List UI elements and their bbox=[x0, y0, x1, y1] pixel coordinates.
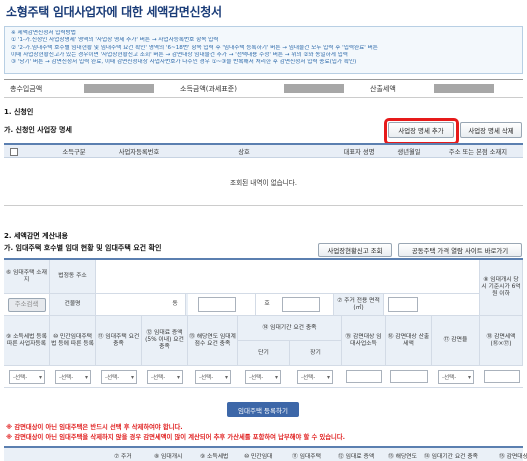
housing-price-site-button[interactable]: 공동주택 가격 열람 사이트 바로가기 bbox=[398, 243, 522, 257]
warning-text: ※ 감면대상이 아닌 임대주택을 삭제하지 않을 경우 감면세액이 많이 계산되… bbox=[6, 434, 346, 441]
warning-text: ※ 감면대상이 아닌 임대주택은 반드시 선택 후 삭제하여야 합니다. bbox=[6, 424, 183, 431]
reduction-amount-header: ⑱ 감면세액 (⑯×⑰) bbox=[480, 316, 523, 366]
address-search-cell: 주소검색 bbox=[4, 294, 50, 316]
rental-housing-grid: ⑥ 임대주택 소재지 법정동 주소 ⑧ 임대개시 당시 기준시가 6억원 이하 … bbox=[4, 258, 523, 398]
col-housing-requirement: ⑪ 임대주택 bbox=[292, 454, 321, 460]
select-all-checkbox[interactable] bbox=[10, 148, 18, 156]
select-private-registration[interactable]: -선택- bbox=[55, 370, 91, 384]
col-income-type: 소득구분 bbox=[62, 148, 86, 156]
col-reduction-income: ⑮ 감면대상 bbox=[499, 454, 527, 460]
tax-registration-header: ⑨ 소득세법 등록 따른 사업자등록 bbox=[4, 316, 50, 366]
business-status-lookup-button[interactable]: 사업장현황신고 조회 bbox=[318, 243, 392, 257]
income-amount-label: 소득금액(과세표준) bbox=[180, 84, 237, 93]
ho-cell bbox=[278, 294, 334, 316]
col-tax-registration: ⑨ 소득세법 bbox=[200, 454, 229, 460]
reduction-income-header: ⑮ 감면대상 임대사업소득 bbox=[342, 316, 386, 366]
guide-line: ① '1-가.신청인 사업장명세' 영역의 '사업장 명세 추가' 버튼 → 사… bbox=[11, 37, 219, 44]
reduction-tax-input[interactable] bbox=[390, 370, 428, 383]
highlight-box bbox=[384, 118, 459, 145]
ho-input[interactable] bbox=[282, 297, 320, 312]
area-cell bbox=[384, 294, 480, 316]
select-period-short[interactable]: -선택- bbox=[245, 370, 281, 384]
input-guide: ※ 세액감면신청서 입력방법 ① '1-가.신청인 사업장명세' 영역의 '사업… bbox=[4, 26, 523, 74]
section2-heading: 2. 세액감면 계산내용 bbox=[4, 232, 68, 240]
section2-subheading: 가. 임대주택 호수별 임대 현황 및 임대주택 요건 확인 bbox=[4, 244, 162, 252]
section1-subheading: 가. 신청인 사업장 명세 bbox=[4, 126, 72, 134]
register-rental-button[interactable]: 임대주택 등록하기 bbox=[227, 402, 299, 417]
select-rental-count[interactable]: -선택- bbox=[195, 370, 231, 384]
col-business-no: 사업자등록번호 bbox=[118, 148, 160, 156]
total-income-label: 총수입금액 bbox=[10, 84, 43, 93]
tax-label: 산출세액 bbox=[370, 84, 396, 93]
dong-label: 동 bbox=[164, 294, 186, 316]
col-rent-increase: ⑫ 임대료 증액 bbox=[338, 454, 375, 460]
registered-list-header: ⑦ 주거 ⑧ 임대개시 ⑨ 소득세법 ⑩ 민간임대 ⑪ 임대주택 ⑫ 임대료 증… bbox=[4, 446, 527, 461]
redacted-value bbox=[434, 84, 494, 93]
select-reduction-rate[interactable]: -선택- bbox=[438, 370, 474, 384]
area-header: ⑦ 주거 전용 면적 (㎡) bbox=[334, 294, 384, 316]
dong-cell bbox=[186, 294, 256, 316]
select-tax-registration[interactable]: -선택- bbox=[9, 370, 45, 384]
reduction-tax-header: ⑯ 감면대상 산출세액 bbox=[386, 316, 432, 366]
redacted-value bbox=[84, 84, 154, 93]
reduction-amount-input[interactable] bbox=[484, 370, 520, 383]
address-search-button[interactable]: 주소검색 bbox=[7, 297, 46, 312]
col-representative: 대표자 성명 bbox=[343, 148, 375, 156]
area-input[interactable] bbox=[388, 297, 418, 312]
housing-location-header: ⑥ 임대주택 소재지 bbox=[4, 260, 50, 294]
delete-business-button[interactable]: 사업장 명세 삭제 bbox=[460, 122, 522, 138]
guide-line: ② '2-가.임대주택 호수별 임대현황 및 임대주택 요건 확인' 영역의 '… bbox=[11, 44, 378, 51]
col-rental-count: ⑬ 해당연도 bbox=[388, 454, 417, 460]
page-title: 소형주택 임대사업자에 대한 세액감면신청서 bbox=[6, 5, 222, 19]
business-table-header: 소득구분 사업자등록번호 상호 대표자 성명 생년월일 주소 또는 본점 소재지 bbox=[4, 143, 523, 158]
building-name-header: 건물명 bbox=[50, 294, 96, 316]
col-area: ⑦ 주거 bbox=[114, 454, 132, 460]
guide-line: ※ 세액감면신청서 입력방법 bbox=[11, 30, 76, 36]
summary-bar: 총수입금액 소득금액(과세표준) 산출세액 bbox=[4, 79, 523, 98]
col-address: 주소 또는 본점 소재지 bbox=[448, 148, 508, 156]
col-birthdate: 생년월일 bbox=[397, 148, 421, 156]
rent-increase-header: ⑫ 임대료 증액 (5% 이내) 요건 충족 bbox=[142, 316, 188, 366]
period-short-header: 단기 bbox=[238, 341, 290, 366]
base-price-header: ⑧ 임대개시 당시 기준시가 6억원 이하 bbox=[480, 260, 523, 316]
guide-line: ③ '당기' 버튼 → 감면신청서 입력 완료, 이때 감면신청대상 사업자번호… bbox=[11, 59, 357, 66]
housing-requirement-header: ⑪ 임대주택 요건 충족 bbox=[96, 316, 142, 366]
section1-heading: 1. 신청인 bbox=[4, 108, 34, 116]
select-housing-requirement[interactable]: -선택- bbox=[101, 370, 137, 384]
period-long-header: 장기 bbox=[290, 341, 342, 366]
col-private-rental: ⑩ 민간임대 bbox=[244, 454, 273, 460]
redacted-value bbox=[284, 84, 344, 93]
address-display bbox=[96, 260, 480, 294]
reduction-rate-header: ⑰ 감면율 bbox=[432, 316, 480, 366]
select-rent-increase[interactable]: -선택- bbox=[147, 370, 183, 384]
guide-line: 이때 사업장현황신고가 있는 경우이면 '사업장현황신고 조회' 버튼 → 감면… bbox=[11, 51, 348, 58]
legal-address-header: 법정동 주소 bbox=[50, 260, 96, 294]
col-company: 상호 bbox=[238, 148, 250, 156]
rental-period-header: ⑭ 임대기간 요건 충족 bbox=[238, 316, 342, 341]
empty-message: 조회된 내역이 없습니다. bbox=[4, 158, 523, 206]
dong-input[interactable] bbox=[198, 297, 236, 312]
reduction-income-input[interactable] bbox=[346, 370, 382, 383]
rental-count-header: ⑬ 해당연도 임대계점수 요건 충족 bbox=[188, 316, 238, 366]
private-rental-registration-header: ⑩ 민간임대주택법 등에 따른 등록 bbox=[50, 316, 96, 366]
ho-label: 호 bbox=[256, 294, 278, 316]
col-rental-period: ⑭ 임대기간 요건 충족 bbox=[424, 454, 478, 460]
col-rental-start: ⑧ 임대개시 bbox=[154, 454, 183, 460]
select-period-long[interactable]: -선택- bbox=[297, 370, 333, 384]
